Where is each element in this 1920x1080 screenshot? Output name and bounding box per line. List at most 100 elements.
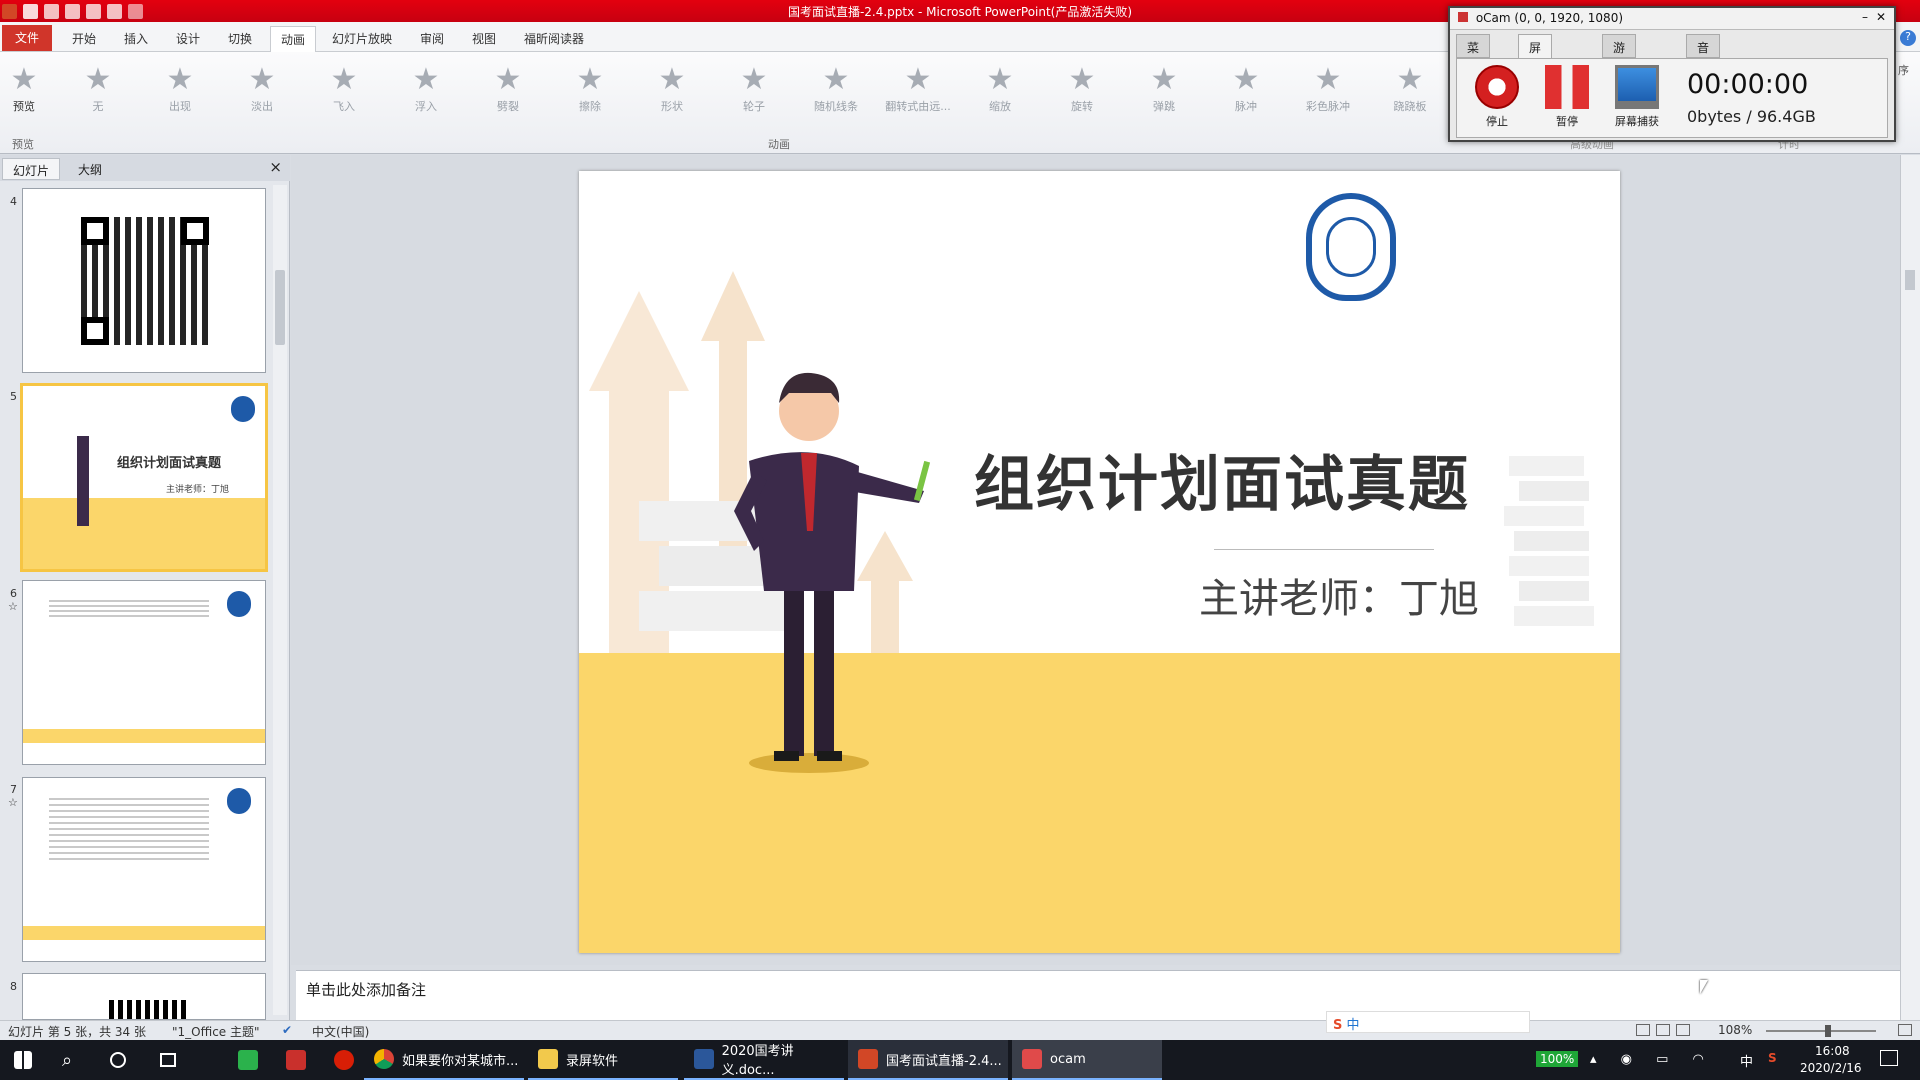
start-button[interactable] bbox=[4, 1040, 44, 1080]
thumb-yellow-band bbox=[23, 498, 265, 569]
animation-effect-14[interactable]: ★ 脉冲 bbox=[1206, 62, 1286, 132]
sorter-view-icon[interactable] bbox=[1656, 1024, 1670, 1036]
ocam-stop-button[interactable]: 停止 bbox=[1467, 65, 1527, 129]
tray-icons[interactable]: ▴ ◉ ▭ ◠ bbox=[1590, 1052, 1714, 1067]
slide-thumbnail-4[interactable] bbox=[22, 188, 266, 373]
zoom-level[interactable]: 108% bbox=[1718, 1023, 1752, 1037]
sogou-icon: S bbox=[1333, 1018, 1343, 1033]
tab-review[interactable]: 审阅 bbox=[410, 26, 454, 52]
animation-effect-12[interactable]: ★ 旋转 bbox=[1042, 62, 1122, 132]
battery-indicator[interactable]: 100% bbox=[1536, 1051, 1579, 1067]
cortana-button[interactable] bbox=[100, 1040, 140, 1080]
slides-pane-scrollbar[interactable] bbox=[273, 185, 287, 1015]
thumb-logo bbox=[227, 788, 251, 814]
ocam-tab-audio-record[interactable]: 音频录制 bbox=[1686, 34, 1721, 106]
reading-view-icon[interactable] bbox=[1676, 1024, 1690, 1036]
scroll-thumb[interactable] bbox=[275, 270, 285, 345]
editor-vertical-scrollbar[interactable] bbox=[1900, 155, 1920, 1020]
animation-effect-6[interactable]: ★ 擦除 bbox=[550, 62, 630, 132]
slide-subtitle[interactable]: 主讲老师：丁旭 bbox=[1199, 566, 1479, 624]
help-icon[interactable]: ? bbox=[1900, 30, 1916, 46]
clock-date[interactable]: 2020/2/16 bbox=[1800, 1061, 1862, 1075]
ime-toolbar[interactable]: S 中 bbox=[1326, 1011, 1530, 1033]
fit-to-window-icon[interactable] bbox=[1898, 1024, 1912, 1036]
current-slide[interactable]: 组织计划面试真题 主讲老师：丁旭 bbox=[579, 171, 1620, 953]
sogou-tray-icon[interactable]: S bbox=[1768, 1051, 1777, 1065]
slide-thumbnail-6[interactable] bbox=[22, 580, 266, 765]
ocam-screen-capture-button[interactable]: 屏幕捕获 bbox=[1607, 65, 1667, 129]
animation-effect-7[interactable]: ★ 形状 bbox=[632, 62, 712, 132]
tab-design[interactable]: 设计 bbox=[166, 26, 210, 52]
animation-effect-label: 淡出 bbox=[251, 100, 273, 113]
clock-time[interactable]: 16:08 bbox=[1815, 1044, 1850, 1058]
taskbar-chrome-window[interactable]: 如果要你对某城市... bbox=[364, 1040, 524, 1080]
ocam-pause-button[interactable]: 暂停 bbox=[1537, 65, 1597, 129]
animation-effect-1[interactable]: ★ 出现 bbox=[140, 62, 220, 132]
zoom-slider-knob[interactable] bbox=[1825, 1025, 1831, 1037]
language-indicator[interactable]: 中文(中国) bbox=[312, 1023, 369, 1040]
tab-file[interactable]: 文件 bbox=[2, 25, 52, 51]
tab-transitions[interactable]: 切换 bbox=[218, 26, 262, 52]
animation-star-icon: ★ bbox=[1396, 62, 1424, 97]
animation-effect-13[interactable]: ★ 弹跳 bbox=[1124, 62, 1204, 132]
animation-star-icon: ★ bbox=[1232, 62, 1260, 97]
tab-home[interactable]: 开始 bbox=[62, 26, 106, 52]
title-divider bbox=[1214, 549, 1434, 550]
slide-title[interactable]: 组织计划面试真题 bbox=[974, 436, 1470, 523]
animation-effect-4[interactable]: ★ 浮入 bbox=[386, 62, 466, 132]
ocam-tab-screen-record[interactable]: 屏幕录制 bbox=[1518, 34, 1553, 106]
ocam-controls: 停止 暂停 屏幕捕获 00:00:00 0bytes / 96.4GB bbox=[1456, 58, 1888, 138]
normal-view-icon[interactable] bbox=[1636, 1024, 1650, 1036]
search-button[interactable]: ⌕ bbox=[52, 1040, 92, 1080]
animation-effect-8[interactable]: ★ 轮子 bbox=[714, 62, 794, 132]
school-logo-inner bbox=[1326, 217, 1376, 277]
animation-effect-16[interactable]: ★ 跷跷板 bbox=[1370, 62, 1450, 132]
animation-star-icon: ★ bbox=[248, 62, 276, 97]
animation-effect-10[interactable]: ★ 翻转式由远... bbox=[878, 62, 958, 132]
ocam-minimize-icon[interactable]: – bbox=[1862, 10, 1868, 24]
animation-effect-0[interactable]: ★ 无 bbox=[58, 62, 138, 132]
preview-button[interactable]: ★ 预览 bbox=[2, 62, 46, 132]
tab-animations[interactable]: 动画 bbox=[270, 26, 317, 52]
scroll-thumb[interactable] bbox=[1905, 270, 1915, 290]
zoom-slider[interactable] bbox=[1766, 1030, 1876, 1032]
tab-slides[interactable]: 幻灯片 bbox=[2, 158, 61, 180]
thumb-subtitle: 主讲老师：丁旭 bbox=[166, 485, 230, 495]
slide-thumbnail-5[interactable]: 组织计划面试真题 主讲老师：丁旭 bbox=[20, 383, 268, 572]
notification-icon[interactable] bbox=[1880, 1050, 1898, 1066]
tab-outline[interactable]: 大纲 bbox=[68, 158, 112, 180]
animation-effect-11[interactable]: ★ 缩放 bbox=[960, 62, 1040, 132]
animation-star-icon: ★ bbox=[904, 62, 932, 97]
ocam-close-icon[interactable]: ✕ bbox=[1876, 10, 1886, 24]
animation-effect-3[interactable]: ★ 飞入 bbox=[304, 62, 384, 132]
tray-ime[interactable]: 中 bbox=[1740, 1051, 1753, 1070]
teacher-illustration bbox=[734, 372, 931, 773]
taskbar-ocam-window[interactable]: ocam bbox=[1012, 1040, 1162, 1080]
ocam-window[interactable]: oCam (0, 0, 1920, 1080) – ✕ 菜单 屏幕录制 游戏录制… bbox=[1448, 6, 1896, 142]
animation-effect-label: 轮子 bbox=[743, 100, 765, 113]
slide-thumbnail-7[interactable] bbox=[22, 777, 266, 962]
spellcheck-status-icon[interactable]: ✔ bbox=[282, 1023, 292, 1037]
notes-field[interactable]: 单击此处添加备注 bbox=[296, 970, 1900, 1020]
ocam-tab-menu[interactable]: 菜单 bbox=[1456, 34, 1491, 72]
animation-effect-9[interactable]: ★ 随机线条 bbox=[796, 62, 876, 132]
close-pane-icon[interactable]: × bbox=[269, 158, 282, 176]
animation-effect-15[interactable]: ★ 彩色脉冲 bbox=[1288, 62, 1368, 132]
taskbar-powerpoint-window[interactable]: 国考面试直播-2.4... bbox=[848, 1040, 1008, 1080]
animation-effect-2[interactable]: ★ 淡出 bbox=[222, 62, 302, 132]
taskbar-netease-music[interactable] bbox=[324, 1040, 364, 1080]
task-view-button[interactable] bbox=[150, 1040, 190, 1080]
taskbar-wechat[interactable] bbox=[228, 1040, 268, 1080]
slide-thumbnail-8[interactable] bbox=[22, 973, 266, 1020]
taskbar-folder-window[interactable]: 录屏软件 bbox=[528, 1040, 678, 1080]
tab-slideshow[interactable]: 幻灯片放映 bbox=[322, 26, 402, 52]
ime-mode: 中 bbox=[1346, 1018, 1360, 1033]
tab-foxit-reader[interactable]: 福昕阅读器 bbox=[514, 26, 594, 52]
animation-effect-label: 擦除 bbox=[579, 100, 601, 113]
ocam-tab-game-record[interactable]: 游戏录制 bbox=[1602, 34, 1637, 106]
tab-insert[interactable]: 插入 bbox=[114, 26, 158, 52]
animation-effect-5[interactable]: ★ 劈裂 bbox=[468, 62, 548, 132]
tab-view[interactable]: 视图 bbox=[462, 26, 506, 52]
taskbar-word-window[interactable]: 2020国考讲义.doc... bbox=[684, 1040, 844, 1080]
taskbar-app[interactable] bbox=[276, 1040, 316, 1080]
